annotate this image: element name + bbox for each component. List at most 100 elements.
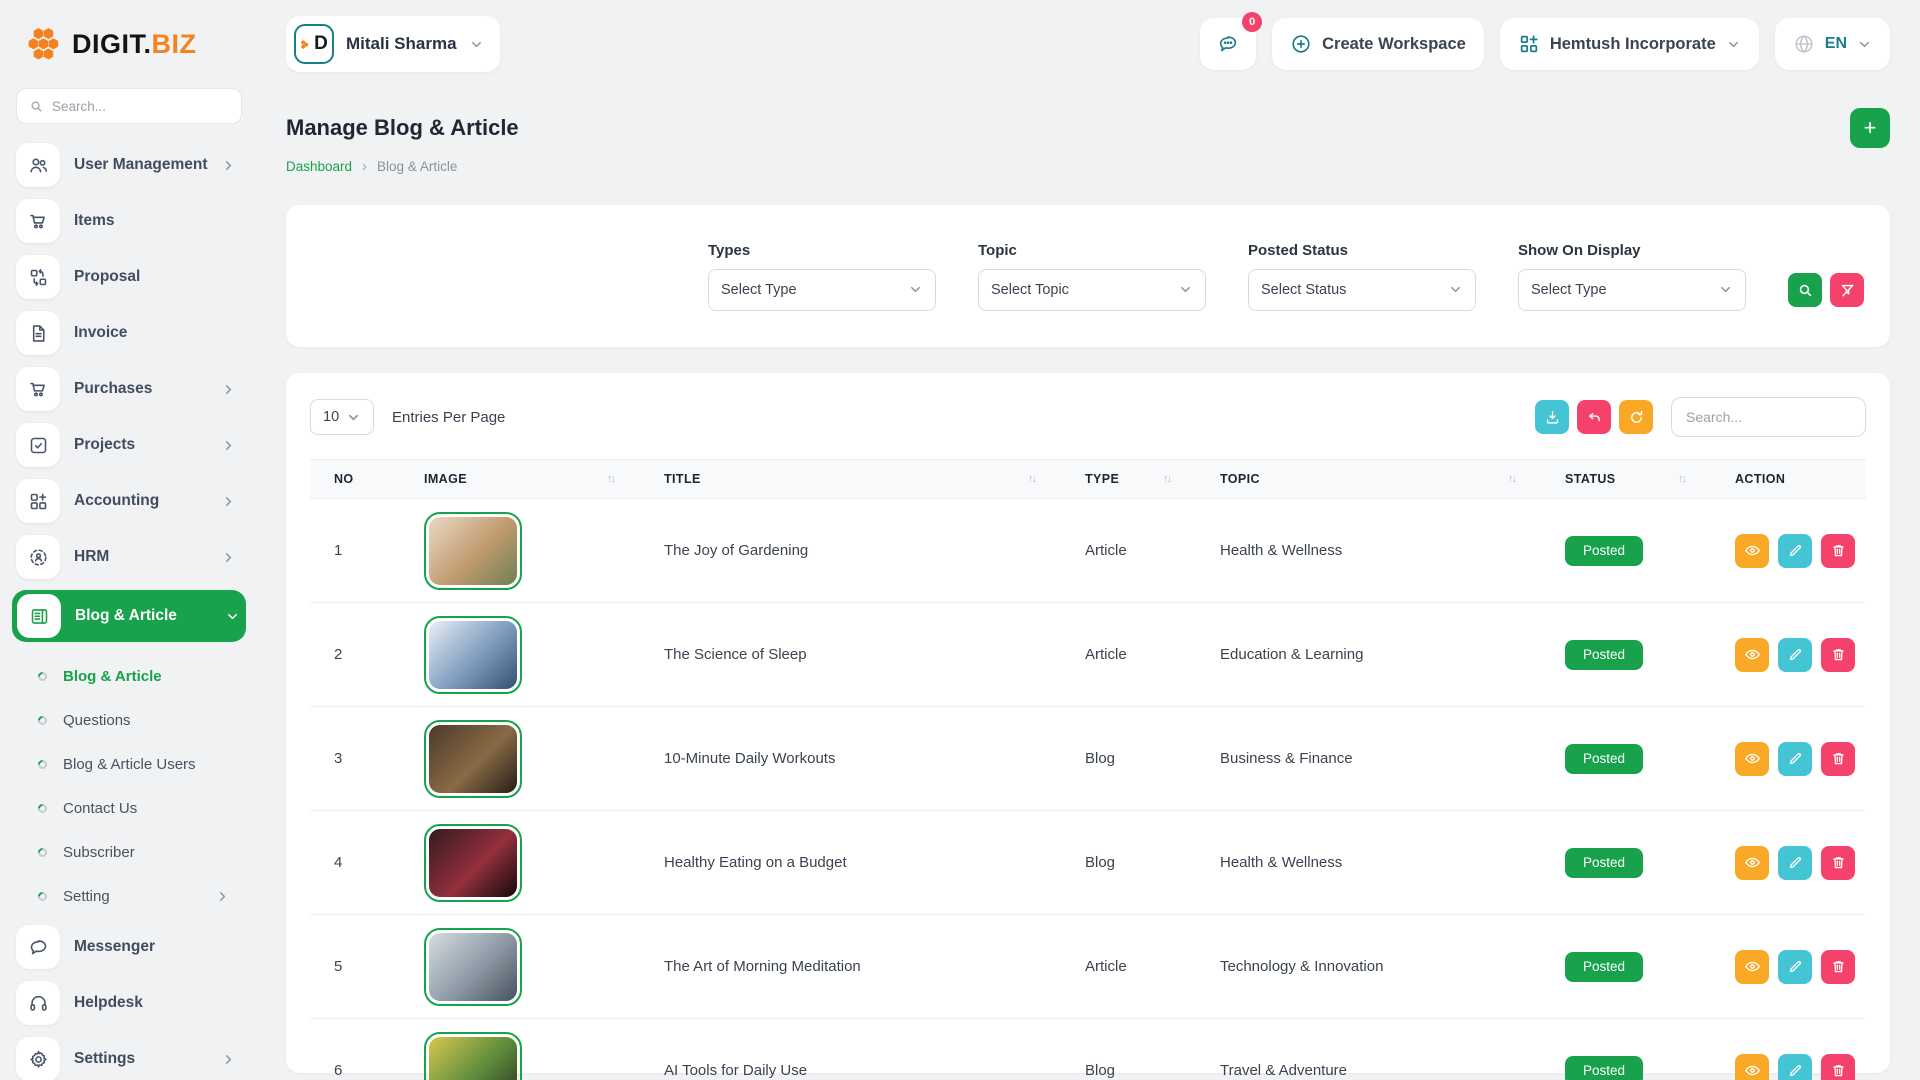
sort-icon[interactable]: ↑↓: [607, 473, 614, 485]
filter-select-topic[interactable]: Select Topic: [978, 269, 1206, 311]
sidebar-item-purchases[interactable]: Purchases: [16, 366, 242, 412]
sidebar-item-items[interactable]: Items: [16, 198, 242, 244]
create-workspace-button[interactable]: Create Workspace: [1272, 18, 1484, 70]
bullet-donut-icon: [36, 890, 49, 903]
edit-button[interactable]: [1778, 950, 1812, 984]
column-header-status[interactable]: STATUS ↑↓: [1541, 472, 1711, 486]
edit-button[interactable]: [1778, 1054, 1812, 1080]
edit-button[interactable]: [1778, 846, 1812, 880]
column-header-topic[interactable]: TOPIC ↑↓: [1196, 472, 1541, 486]
breadcrumb-separator-icon: ›: [362, 158, 367, 175]
workspace-avatar: D: [294, 24, 334, 64]
clear-filter-button[interactable]: [1830, 273, 1864, 307]
download-icon: [1544, 409, 1561, 426]
sidebar-subitem-label: Setting: [63, 888, 110, 905]
edit-button[interactable]: [1778, 742, 1812, 776]
filter-select-posted-status[interactable]: Select Status: [1248, 269, 1476, 311]
delete-button[interactable]: [1821, 742, 1855, 776]
view-button[interactable]: [1735, 742, 1769, 776]
search-icon: [1797, 282, 1814, 299]
page-title: Manage Blog & Article: [286, 115, 519, 141]
column-label: NO: [334, 472, 354, 486]
refresh-button[interactable]: [1619, 400, 1653, 434]
chat-button[interactable]: 0: [1200, 18, 1256, 70]
row-actions: [1711, 846, 1866, 880]
row-type: Article: [1061, 958, 1196, 975]
undo-button[interactable]: [1577, 400, 1611, 434]
sidebar-submenu: Blog & Article Questions Blog & Article …: [16, 650, 242, 924]
sidebar-item-user-management[interactable]: User Management: [16, 142, 242, 188]
chevron-down-icon: [1178, 282, 1193, 297]
delete-button[interactable]: [1821, 534, 1855, 568]
filter-search-button[interactable]: [1788, 273, 1822, 307]
sidebar-subitem-subscriber[interactable]: Subscriber: [16, 830, 242, 874]
delete-button[interactable]: [1821, 846, 1855, 880]
bullet-donut-icon: [36, 846, 49, 859]
language-selector[interactable]: EN: [1775, 18, 1890, 70]
sort-icon[interactable]: ↑↓: [1028, 473, 1035, 485]
status-badge: Posted: [1565, 536, 1643, 566]
add-blog-button[interactable]: +: [1850, 108, 1890, 148]
row-number: 3: [310, 750, 400, 767]
chevron-down-icon: [346, 410, 361, 425]
sidebar-item-messenger[interactable]: Messenger: [16, 924, 242, 970]
status-badge: Posted: [1565, 952, 1643, 982]
sidebar-item-hrm[interactable]: HRM: [16, 534, 242, 580]
edit-button[interactable]: [1778, 638, 1812, 672]
sidebar-item-accounting[interactable]: Accounting: [16, 478, 242, 524]
row-topic: Health & Wellness: [1196, 854, 1541, 871]
sidebar-bottom-items: Messenger Helpdesk Settings: [16, 924, 242, 1080]
bullet-donut-icon: [36, 714, 49, 727]
sidebar-subitem-blog-article-users[interactable]: Blog & Article Users: [16, 742, 242, 786]
sidebar-item-invoice[interactable]: Invoice: [16, 310, 242, 356]
company-selector[interactable]: Hemtush Incorporate: [1500, 18, 1759, 70]
view-button[interactable]: [1735, 846, 1769, 880]
column-header-type[interactable]: TYPE ↑↓: [1061, 472, 1196, 486]
sidebar-item-label: Settings: [74, 1050, 135, 1068]
sidebar-subitem-questions[interactable]: Questions: [16, 698, 242, 742]
export-button[interactable]: [1535, 400, 1569, 434]
filter-off-icon: [1839, 282, 1856, 299]
table-row: 6 AI Tools for Daily Use Blog Travel & A…: [310, 1019, 1866, 1080]
sidebar-search-input[interactable]: [52, 99, 229, 114]
edit-button[interactable]: [1778, 534, 1812, 568]
view-button[interactable]: [1735, 1054, 1769, 1080]
sidebar-item-label: Invoice: [74, 324, 127, 342]
filter-label: Posted Status: [1248, 242, 1476, 259]
sort-icon[interactable]: ↑↓: [1163, 473, 1170, 485]
filter-select-types[interactable]: Select Type: [708, 269, 936, 311]
sidebar-item-blog-article[interactable]: Blog & Article: [12, 590, 246, 642]
sidebar-item-proposal[interactable]: Proposal: [16, 254, 242, 300]
sidebar-item-settings[interactable]: Settings: [16, 1036, 242, 1080]
filter-select-show-on-display[interactable]: Select Type: [1518, 269, 1746, 311]
create-workspace-label: Create Workspace: [1322, 35, 1466, 54]
row-type: Blog: [1061, 1062, 1196, 1079]
column-header-image[interactable]: IMAGE ↑↓: [400, 472, 640, 486]
sidebar-item-label: Purchases: [74, 380, 152, 398]
column-header-title[interactable]: TITLE ↑↓: [640, 472, 1061, 486]
sidebar-subitem-contact-us[interactable]: Contact Us: [16, 786, 242, 830]
sidebar-subitem-blog-article[interactable]: Blog & Article: [16, 654, 242, 698]
sort-icon[interactable]: ↑↓: [1678, 473, 1685, 485]
row-type: Article: [1061, 646, 1196, 663]
delete-button[interactable]: [1821, 950, 1855, 984]
sort-icon[interactable]: ↑↓: [1508, 473, 1515, 485]
breadcrumb-dashboard-link[interactable]: Dashboard: [286, 159, 352, 174]
sidebar-item-projects[interactable]: Projects: [16, 422, 242, 468]
row-topic: Technology & Innovation: [1196, 958, 1541, 975]
row-number: 1: [310, 542, 400, 559]
entries-per-page-select[interactable]: 10: [310, 399, 374, 435]
sidebar-subitem-label: Subscriber: [63, 844, 135, 861]
blog-icon: [17, 594, 61, 638]
breadcrumb: Dashboard › Blog & Article: [286, 158, 1890, 175]
view-button[interactable]: [1735, 534, 1769, 568]
view-button[interactable]: [1735, 950, 1769, 984]
user-workspace-selector[interactable]: D Mitali Sharma: [286, 16, 500, 72]
sidebar-item-helpdesk[interactable]: Helpdesk: [16, 980, 242, 1026]
view-button[interactable]: [1735, 638, 1769, 672]
sidebar-subitem-setting[interactable]: Setting: [16, 874, 242, 918]
sidebar-main-items: User Management Items Proposal Invoice P…: [16, 142, 242, 642]
table-search-input[interactable]: [1671, 397, 1866, 437]
delete-button[interactable]: [1821, 638, 1855, 672]
delete-button[interactable]: [1821, 1054, 1855, 1080]
